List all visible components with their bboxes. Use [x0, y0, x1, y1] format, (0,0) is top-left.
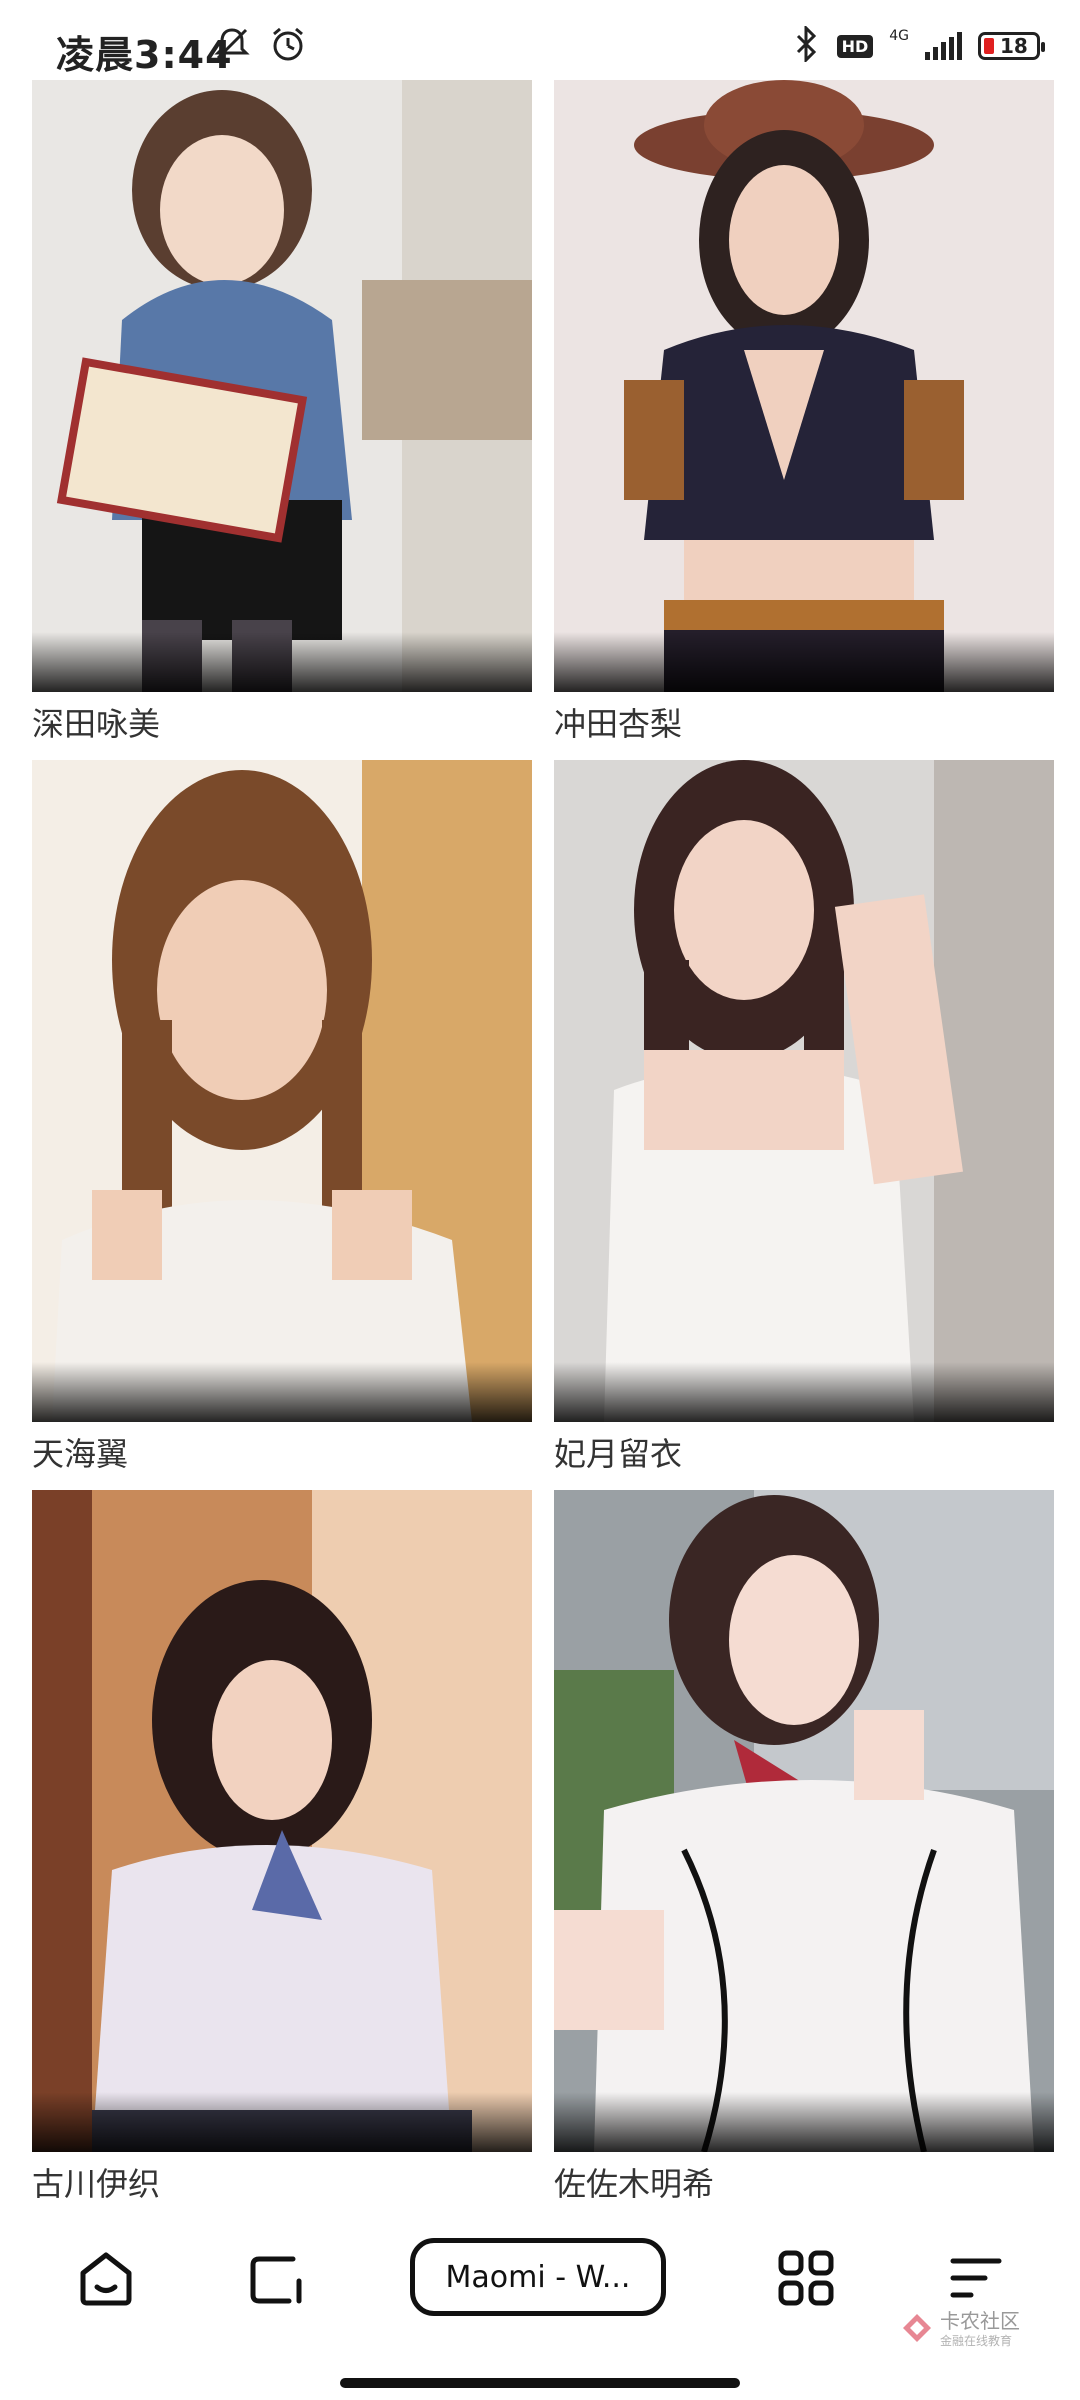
card-name[interactable]: 佐佐木明希 — [554, 2162, 1054, 2206]
grid-card[interactable]: 天海翼 — [32, 760, 532, 1476]
card-photo[interactable] — [32, 80, 532, 692]
home-indicator[interactable] — [340, 2378, 740, 2388]
home-button[interactable] — [66, 2240, 146, 2320]
battery-icon: 18 — [978, 32, 1045, 60]
card-name[interactable]: 天海翼 — [32, 1432, 532, 1476]
apps-button[interactable] — [766, 2240, 846, 2320]
tab-switch-button[interactable] — [236, 2240, 316, 2320]
watermark-logo-icon — [900, 2311, 934, 2349]
grid-card[interactable]: 古川伊织 — [32, 1490, 532, 2206]
apps-grid-icon — [775, 2247, 837, 2313]
bluetooth-icon — [791, 24, 821, 66]
status-right: HD 4G 18 — [791, 24, 1045, 66]
watermark-subtitle: 金融在线教育 — [940, 2334, 1013, 2348]
mute-icon — [212, 24, 252, 68]
card-name[interactable]: 深田咏美 — [32, 702, 532, 746]
card-photo[interactable] — [554, 80, 1054, 692]
network-type: 4G — [889, 28, 909, 44]
hd-badge: HD — [836, 34, 874, 58]
card-photo[interactable] — [554, 1490, 1054, 2152]
card-photo[interactable] — [32, 760, 532, 1422]
card-name[interactable]: 冲田杏梨 — [554, 702, 1054, 746]
grid-card[interactable]: 佐佐木明希 — [554, 1490, 1054, 2206]
watermark: 卡农社区 金融在线教育 — [900, 2310, 1020, 2349]
alarm-icon — [268, 24, 308, 68]
status-time: 凌晨3:44 — [56, 33, 233, 77]
card-name[interactable]: 古川伊织 — [32, 2162, 532, 2206]
home-icon — [75, 2247, 137, 2313]
tab-switch-icon — [245, 2247, 307, 2313]
signal-icon — [925, 32, 962, 60]
grid-card[interactable]: 冲田杏梨 — [554, 80, 1054, 746]
grid-card[interactable]: 深田咏美 — [32, 80, 532, 746]
watermark-title: 卡农社区 — [940, 2309, 1020, 2333]
current-tab-pill[interactable]: Maomi - W... — [410, 2238, 666, 2316]
menu-button[interactable] — [936, 2240, 1016, 2320]
status-left-icons — [212, 24, 308, 68]
card-name[interactable]: 妃月留衣 — [554, 1432, 1054, 1476]
menu-icon — [945, 2247, 1007, 2313]
card-photo[interactable] — [554, 760, 1054, 1422]
status-bar: 凌晨3:44 HD 4G 18 — [0, 0, 1080, 80]
battery-level: 18 — [1000, 34, 1028, 58]
card-photo[interactable] — [32, 1490, 532, 2152]
grid-card[interactable]: 妃月留衣 — [554, 760, 1054, 1476]
current-tab-title: Maomi - W... — [445, 2259, 631, 2295]
